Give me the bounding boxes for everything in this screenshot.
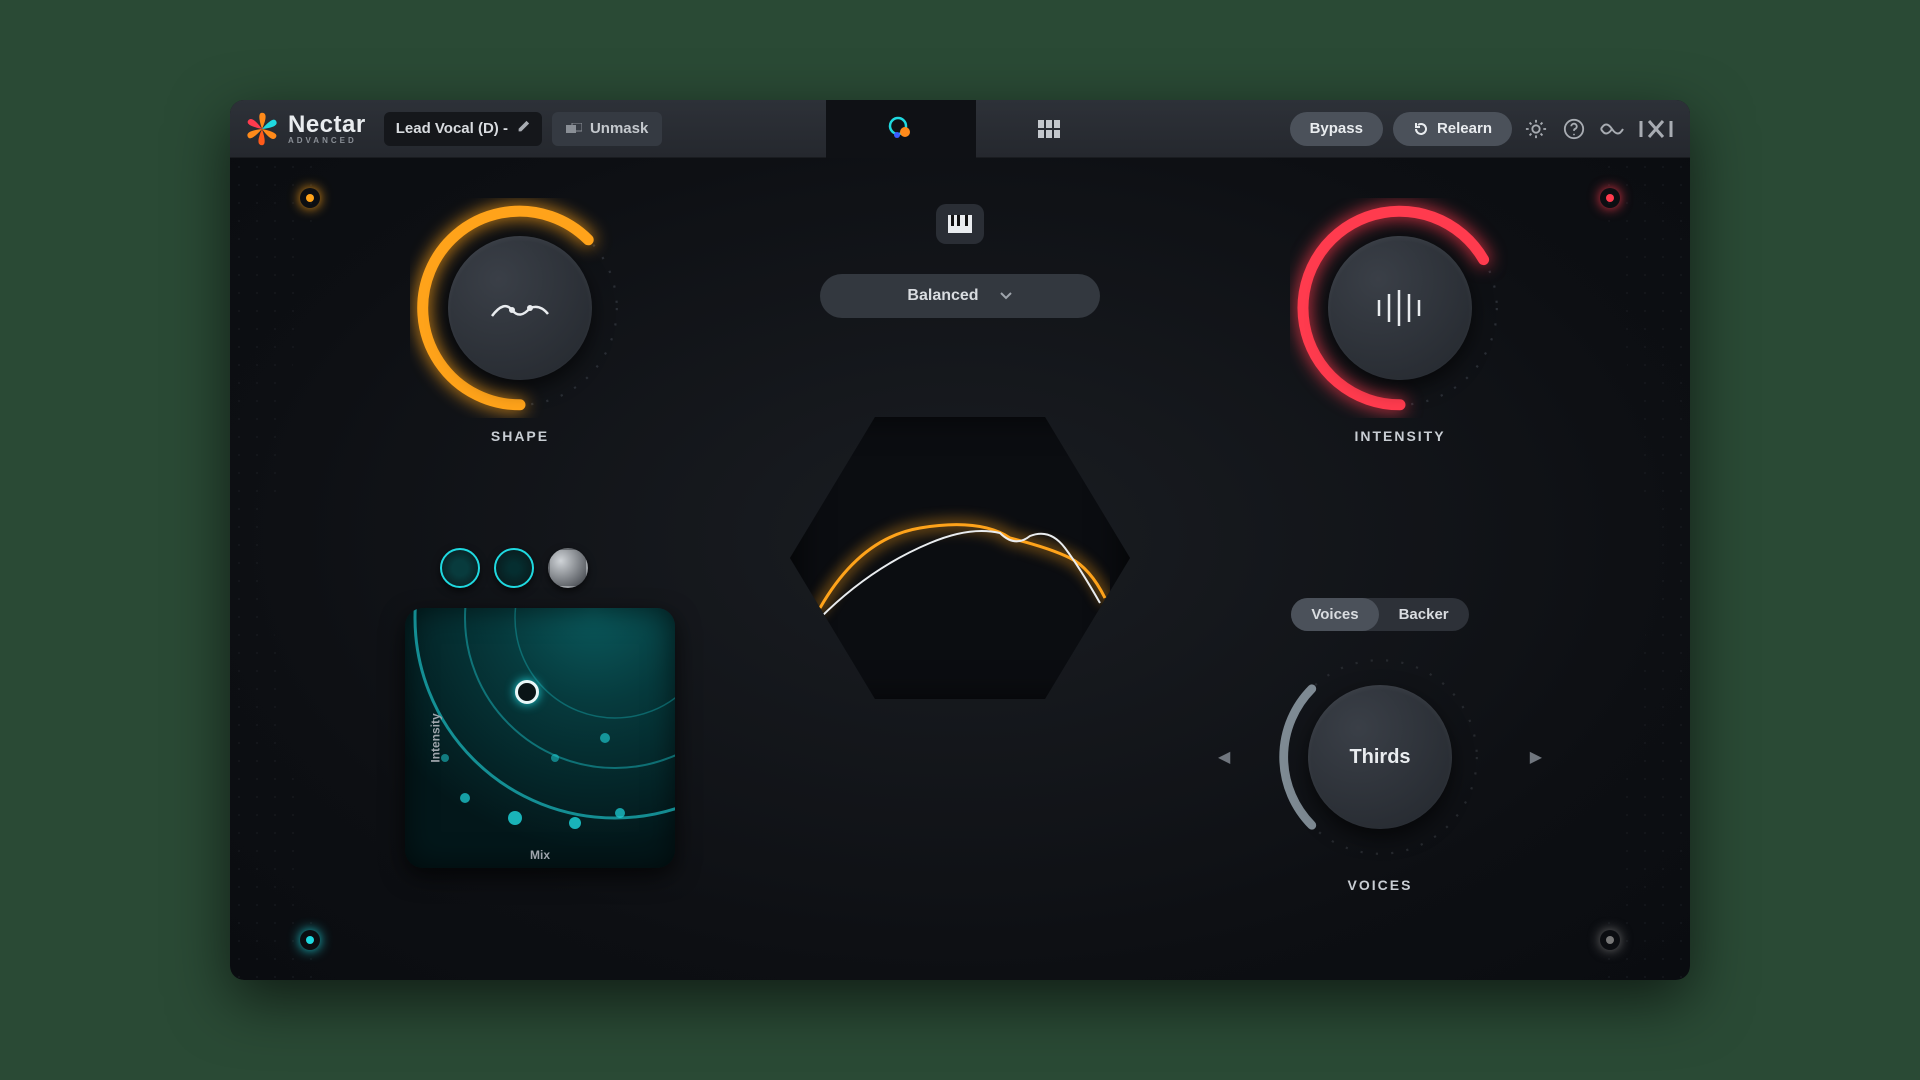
space-preset-row (440, 548, 588, 588)
space-preset-1[interactable] (440, 548, 480, 588)
voices-prev[interactable]: ◀ (1218, 747, 1230, 767)
modules-view-tab[interactable] (976, 100, 1126, 158)
shape-knob[interactable] (410, 198, 630, 418)
unmask-icon (566, 123, 582, 135)
spectrum-visualizer (790, 408, 1130, 708)
assistant-view-tab[interactable] (826, 100, 976, 158)
audiolens-button[interactable] (1598, 115, 1626, 143)
relearn-label: Relearn (1437, 120, 1492, 137)
header-bar: Nectar ADVANCED Lead Vocal (D) - Unmask (230, 100, 1690, 158)
intensity-section: INTENSITY (1270, 198, 1530, 444)
bypass-button[interactable]: Bypass (1290, 112, 1383, 146)
izotope-brand-icon (1639, 119, 1673, 139)
plugin-window: Nectar ADVANCED Lead Vocal (D) - Unmask (230, 100, 1690, 980)
space-preset-2[interactable] (494, 548, 534, 588)
pencil-icon (516, 120, 530, 138)
help-button[interactable] (1560, 115, 1588, 143)
settings-button[interactable] (1522, 115, 1550, 143)
product-logo: Nectar ADVANCED (244, 111, 366, 147)
nectar-pinwheel-icon (244, 111, 280, 147)
product-name: Nectar (288, 113, 366, 137)
shape-curve-icon (490, 290, 550, 326)
modules-view-icon (1038, 120, 1064, 138)
voices-value: Thirds (1349, 746, 1410, 769)
voices-label: VOICES (1230, 877, 1530, 893)
power-toggle-voices[interactable] (1600, 930, 1620, 950)
xy-handle[interactable] (515, 680, 539, 704)
xy-background (405, 608, 675, 868)
xy-x-label: Mix (530, 848, 550, 862)
space-xy-pad[interactable]: Intensity Mix (405, 608, 675, 868)
xy-y-label: Intensity (429, 713, 443, 762)
voices-section: Voices Backer ◀ ▶ Thirds VOICES (1230, 598, 1530, 893)
voices-knob[interactable]: Thirds (1270, 647, 1490, 867)
voices-tabs: Voices Backer (1291, 598, 1468, 631)
bypass-label: Bypass (1310, 120, 1363, 137)
assistant-view-icon (888, 116, 914, 142)
space-preset-3[interactable] (548, 548, 588, 588)
preset-selector[interactable]: Lead Vocal (D) - (384, 112, 542, 146)
tab-backer[interactable]: Backer (1379, 598, 1469, 631)
audiolens-icon (1600, 118, 1624, 140)
shape-label: SHAPE (390, 428, 650, 444)
power-toggle-shape[interactable] (300, 188, 320, 208)
header-right: Bypass Relearn (1290, 112, 1676, 146)
intensity-label: INTENSITY (1270, 428, 1530, 444)
right-decoration (1600, 158, 1690, 980)
intensity-bars-icon (1373, 288, 1427, 328)
mode-selector[interactable]: Balanced (820, 274, 1100, 318)
unmask-button[interactable]: Unmask (552, 112, 662, 146)
shape-section: SHAPE (390, 198, 650, 444)
chevron-down-icon (999, 291, 1013, 301)
izotope-logo-button[interactable] (1636, 115, 1676, 143)
tab-voices[interactable]: Voices (1291, 598, 1378, 631)
view-tabs (672, 100, 1279, 158)
keyboard-icon (948, 215, 972, 233)
power-toggle-space[interactable] (300, 930, 320, 950)
product-edition: ADVANCED (288, 137, 366, 145)
unmask-label: Unmask (590, 120, 648, 137)
keyboard-button[interactable] (936, 204, 984, 244)
voices-next[interactable]: ▶ (1530, 747, 1542, 767)
relearn-icon (1413, 121, 1429, 137)
intensity-knob[interactable] (1290, 198, 1510, 418)
preset-name: Lead Vocal (D) - (396, 120, 508, 137)
relearn-button[interactable]: Relearn (1393, 112, 1512, 146)
gear-icon (1525, 118, 1547, 140)
power-toggle-intensity[interactable] (1600, 188, 1620, 208)
mode-value: Balanced (907, 287, 978, 305)
help-icon (1563, 118, 1585, 140)
left-decoration (230, 158, 320, 980)
plugin-body: Balanced SHAPE (230, 158, 1690, 980)
